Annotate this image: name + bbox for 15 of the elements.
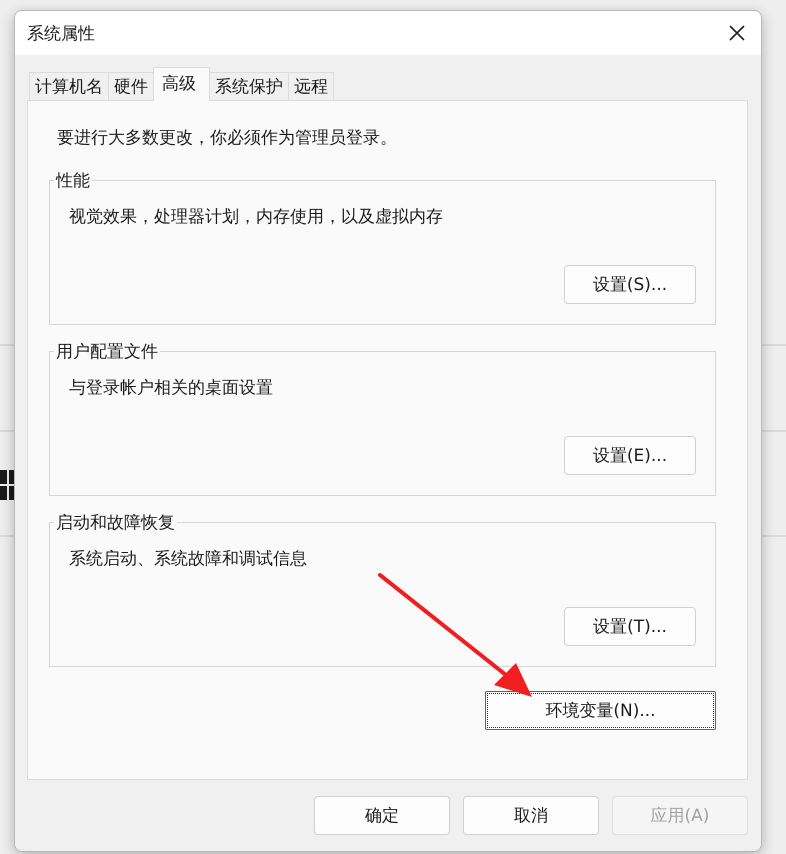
environment-variables-button[interactable]: 环境变量(N)... — [485, 691, 716, 730]
notice-text: 要进行大多数更改，你必须作为管理员登录。 — [57, 127, 398, 149]
tab[interactable]: 远程 — [288, 72, 334, 100]
dialog-button[interactable]: 取消 — [463, 796, 599, 835]
dialog-button[interactable]: 确定 — [314, 796, 450, 835]
group-description: 视觉效果，处理器计划，内存使用，以及虚拟内存 — [69, 206, 444, 228]
group-description: 与登录帐户相关的桌面设置 — [69, 377, 274, 399]
group-description: 系统启动、系统故障和调试信息 — [69, 548, 308, 570]
tab[interactable]: 高级 — [153, 67, 210, 101]
settings-button[interactable]: 设置(E)... — [564, 436, 696, 475]
close-icon[interactable] — [729, 25, 745, 41]
settings-button[interactable]: 设置(T)... — [564, 607, 696, 646]
tab[interactable]: 计算机名 — [29, 72, 109, 100]
window-title: 系统属性 — [27, 22, 95, 44]
settings-button[interactable]: 设置(S)... — [564, 265, 696, 304]
